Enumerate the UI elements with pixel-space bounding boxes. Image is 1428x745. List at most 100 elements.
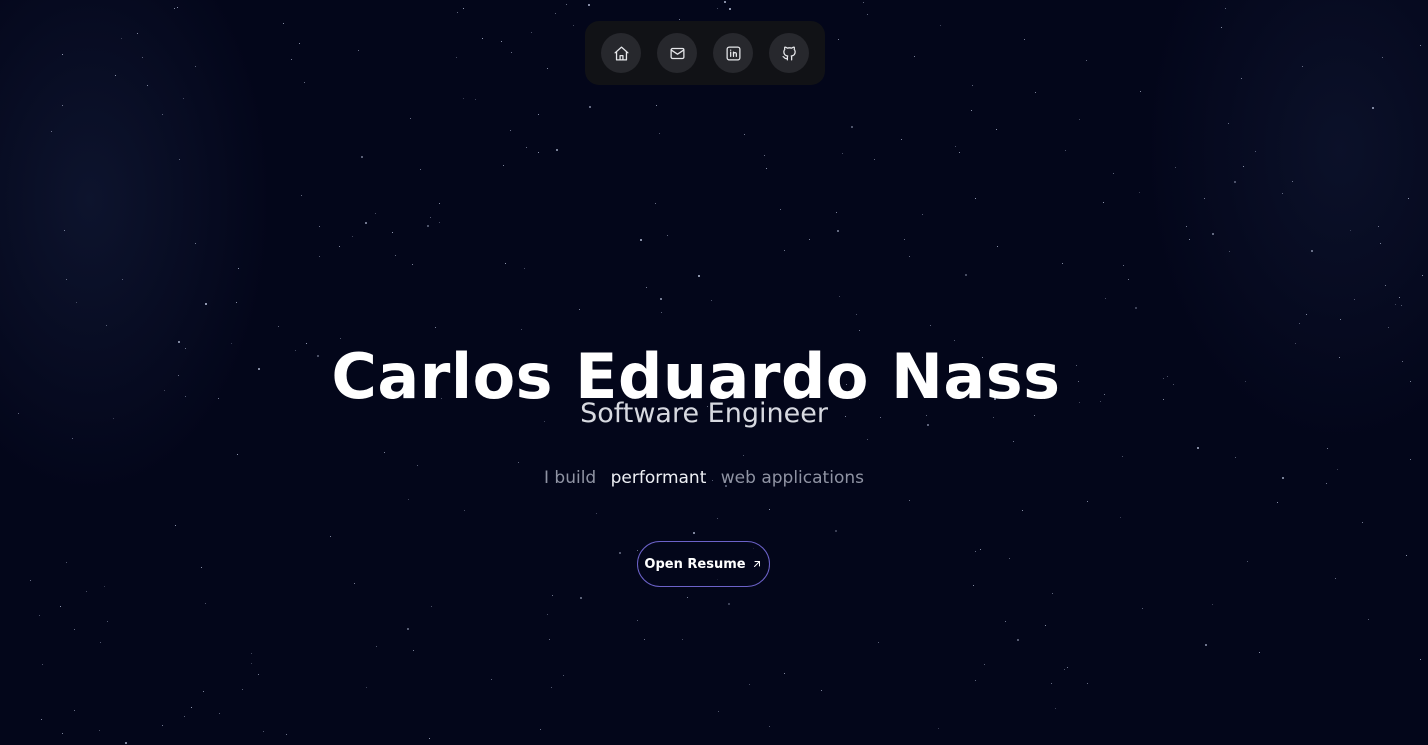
star [1205,644,1207,646]
star [836,212,837,213]
star [980,549,981,550]
star [784,673,785,674]
star [637,550,638,551]
linkedin-icon [725,45,741,61]
star [427,225,429,227]
star [435,327,436,328]
star [1140,91,1141,92]
star [86,591,87,592]
star [1052,593,1053,594]
star [51,131,52,132]
star [526,147,527,148]
star [922,214,923,215]
star [439,222,440,223]
star [547,614,548,615]
star [147,85,148,86]
star [959,152,960,153]
star [121,38,122,39]
star [330,536,331,537]
star [1410,459,1411,460]
star [698,275,700,277]
star [656,105,657,106]
star [1105,298,1106,299]
star [1422,275,1423,276]
star [1292,181,1293,182]
star [184,716,185,717]
star [1087,683,1088,684]
arrow-up-right-icon [753,561,760,567]
star [1120,517,1121,518]
star [1022,510,1023,511]
star [1259,652,1260,653]
star [1385,285,1386,286]
star [1243,166,1244,167]
star [693,532,695,534]
star [384,452,385,453]
star [60,606,61,607]
star [1234,181,1236,183]
star [1051,683,1052,684]
star [809,239,810,240]
star [835,530,837,532]
star [930,325,931,326]
github-button[interactable] [769,33,809,73]
star [237,454,238,455]
star [352,236,353,237]
star [201,567,202,568]
star [475,99,476,100]
star [914,56,915,57]
email-button[interactable] [657,33,697,73]
star [1382,57,1383,58]
star [410,118,411,119]
star [1340,319,1341,320]
star [859,330,860,331]
star [62,105,63,106]
star [179,159,180,160]
star [938,728,939,729]
star [687,597,688,598]
star [1005,621,1006,622]
star [361,156,363,158]
star [1186,226,1187,227]
star [769,509,770,510]
star [975,198,976,199]
star [106,325,107,326]
star [540,729,541,730]
star [1420,45,1421,46]
star [972,85,973,86]
star [588,4,590,6]
star [278,326,279,327]
star [463,8,464,9]
star [242,689,243,690]
star [531,32,532,33]
star [724,1,726,3]
star [299,43,300,44]
open-resume-button[interactable]: Open Resume [637,541,770,587]
star [1420,659,1421,660]
star [867,439,868,440]
star [104,586,105,587]
star [162,725,163,726]
star [429,738,430,739]
star [555,13,556,14]
star [339,246,340,247]
star [74,710,75,711]
star [1087,501,1088,502]
star [764,155,765,156]
home-button[interactable] [601,33,641,73]
star [784,250,785,251]
star [1372,107,1374,109]
star [556,149,558,151]
star [1067,667,1068,668]
star [521,329,522,330]
star [718,711,719,712]
star [904,239,905,240]
star [975,551,976,552]
star [195,243,196,244]
star [191,707,192,708]
star [392,232,393,233]
star [464,510,465,511]
star [1035,92,1036,93]
linkedin-button[interactable] [713,33,753,73]
star [1402,361,1403,362]
